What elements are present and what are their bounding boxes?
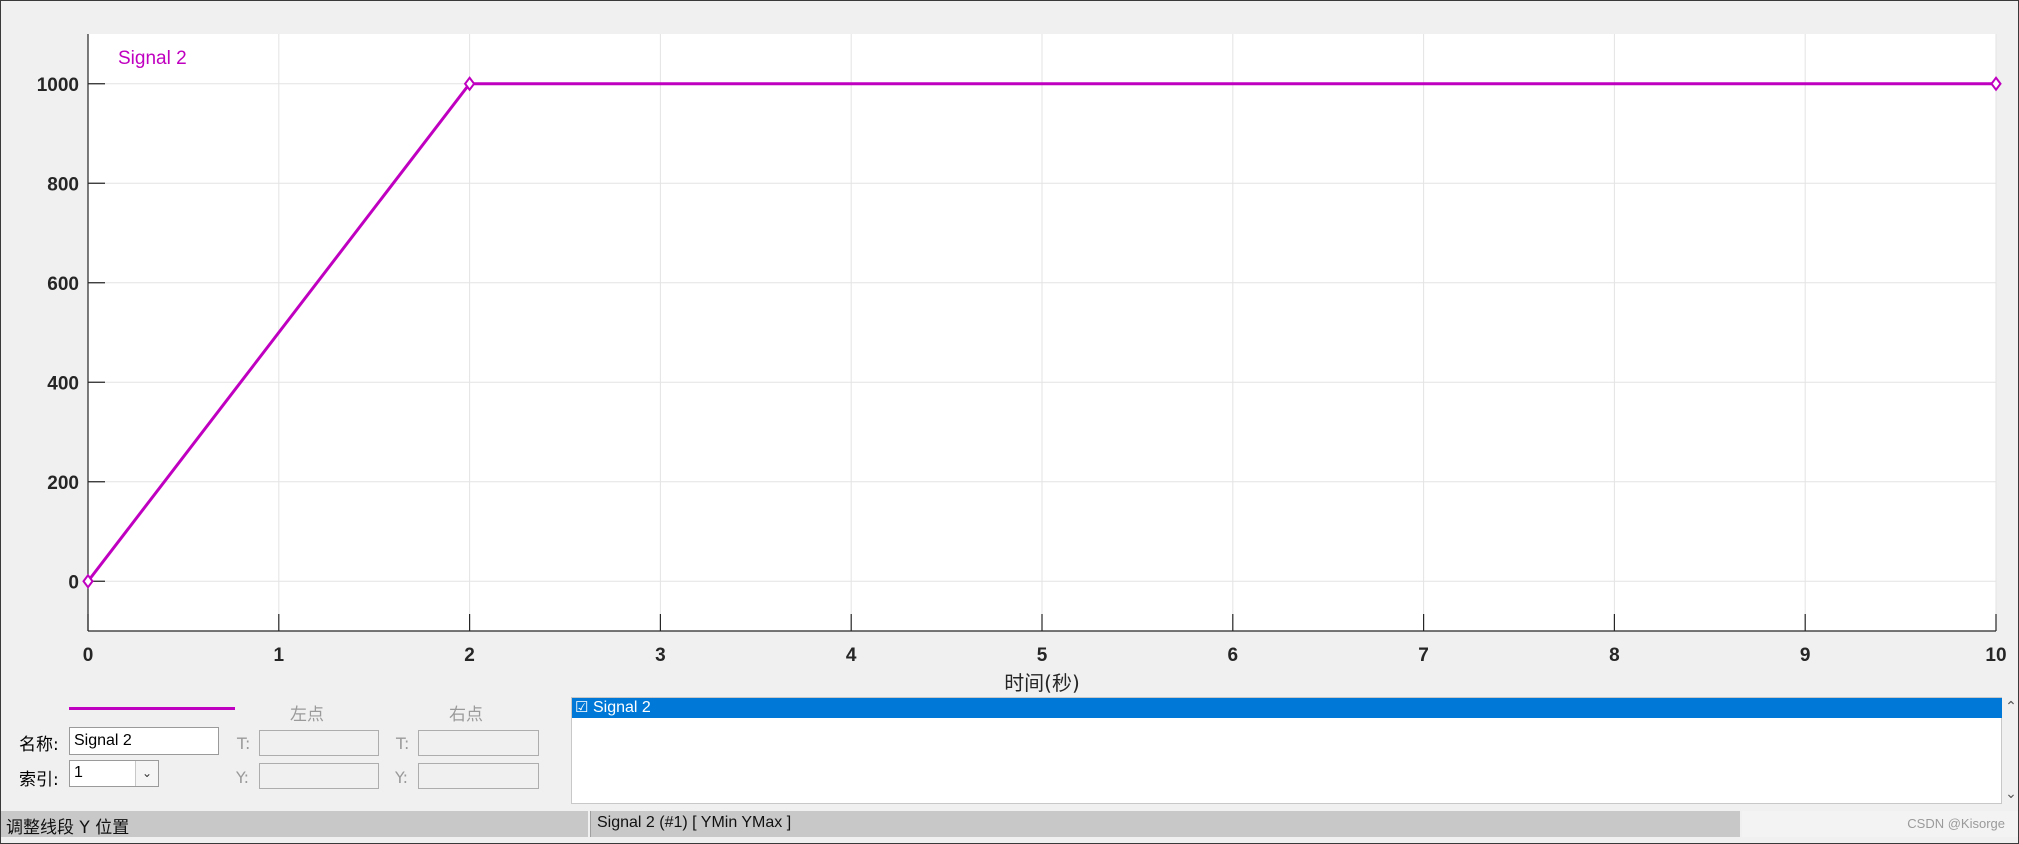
right-y-label: Y:	[395, 768, 409, 787]
checkbox-icon[interactable]: ☑	[575, 698, 588, 718]
y-tick-label: 200	[47, 473, 79, 494]
y-tick-label: 1000	[37, 75, 79, 96]
x-tick-label: 4	[846, 645, 857, 666]
x-tick-label: 7	[1418, 645, 1429, 666]
chevron-down-icon[interactable]: ⌄	[135, 761, 158, 786]
left-y-label: Y:	[236, 768, 250, 787]
line-style-sample	[69, 707, 235, 710]
index-dropdown[interactable]: 1 ⌄	[69, 760, 159, 787]
x-tick-label: 2	[464, 645, 475, 666]
x-tick-label: 6	[1228, 645, 1239, 666]
x-tick-label: 3	[655, 645, 666, 666]
y-tick-label: 800	[47, 174, 79, 195]
scroll-down-icon[interactable]: ⌄	[2003, 786, 2019, 802]
x-tick-label: 0	[83, 645, 94, 666]
signal-list-item[interactable]: ☑ Signal 2	[572, 698, 2002, 718]
status-hint-text: 调整线段 Y 位置	[6, 818, 130, 838]
y-tick-labels: 0 200 400 600 800 1000	[37, 75, 79, 594]
status-bar-selection: Signal 2 (#1) [ YMin YMax ]	[590, 811, 1740, 837]
y-tick-label: 600	[47, 274, 79, 295]
x-tick-label: 5	[1037, 645, 1048, 666]
legend-signal-2: Signal 2	[118, 48, 187, 69]
left-point-header: 左点	[290, 705, 324, 725]
status-selection-text: Signal 2 (#1) [ YMin YMax ]	[597, 814, 792, 831]
signal-list-item-label: Signal 2	[593, 699, 651, 716]
right-point-header: 右点	[449, 705, 483, 725]
index-value: 1	[74, 764, 83, 781]
name-label: 名称:	[19, 735, 59, 755]
watermark: CSDN @Kisorge	[1907, 816, 2005, 831]
x-tick-label: 9	[1800, 645, 1811, 666]
signal-list[interactable]: ☑ Signal 2	[571, 697, 2002, 804]
right-t-input[interactable]	[418, 730, 539, 756]
status-bar-hint: 调整线段 Y 位置	[0, 811, 588, 838]
x-tick-label: 1	[274, 645, 285, 666]
x-tick-label: 8	[1609, 645, 1620, 666]
x-tick-label: 10	[1985, 645, 2006, 666]
index-label: 索引:	[19, 770, 59, 790]
x-tick-labels: 0 1 2 3 4 5 6 7 8 9 10	[83, 645, 2007, 666]
y-tick-label: 0	[68, 572, 79, 593]
left-t-label: T:	[237, 734, 251, 753]
signal-plot[interactable]: 0 1 2 3 4 5 6 7 8 9 10 0 200 400 600 800 1000 时间(秒) Sig…	[0, 0, 2019, 700]
status-bar-right: CSDN @Kisorge	[1742, 811, 2019, 837]
scroll-up-icon[interactable]: ⌃	[2003, 699, 2019, 715]
x-axis-title: 时间(秒)	[1004, 671, 1080, 695]
right-t-label: T:	[396, 734, 410, 753]
left-y-input[interactable]	[259, 763, 379, 789]
right-y-input[interactable]	[418, 763, 539, 789]
name-input[interactable]	[69, 727, 219, 755]
list-scrollbar[interactable]: ⌃ ⌄	[2003, 697, 2019, 804]
left-t-input[interactable]	[259, 730, 379, 756]
y-tick-label: 400	[47, 373, 79, 394]
